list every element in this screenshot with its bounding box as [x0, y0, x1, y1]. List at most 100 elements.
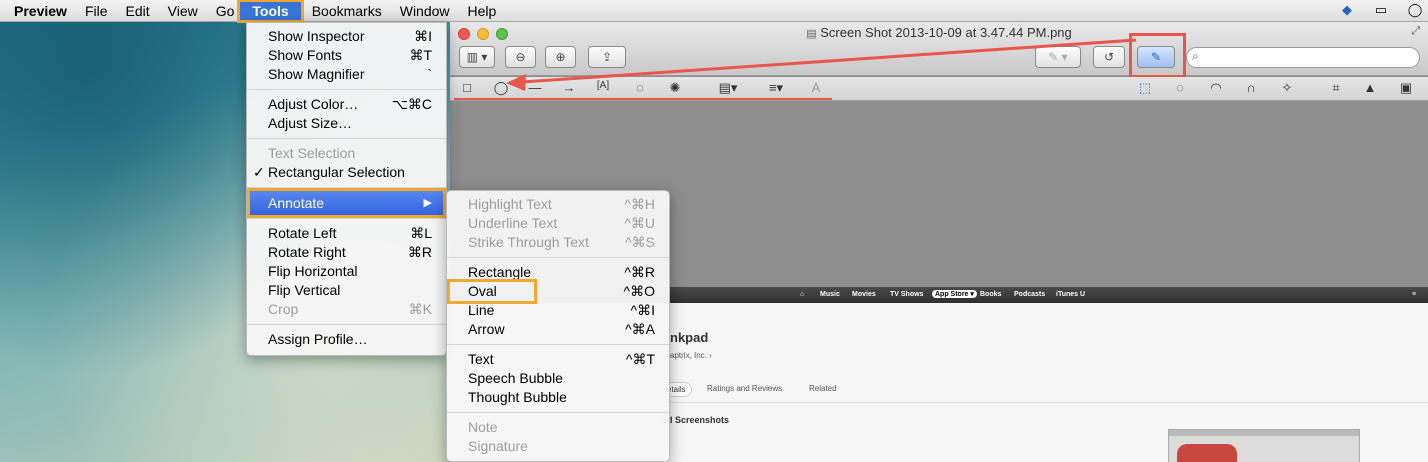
menu-item-flip-horizontal[interactable]: Flip Horizontal [247, 262, 446, 281]
rotate-button[interactable]: ↺ [1093, 46, 1125, 68]
menu-item-text[interactable]: Text ^⌘T [447, 350, 669, 369]
label: Highlight Text [468, 196, 552, 212]
label: Strike Through Text [468, 234, 589, 250]
dropbox-icon[interactable]: ◆ [1338, 2, 1356, 18]
menu-view[interactable]: View [159, 0, 207, 22]
menu-window[interactable]: Window [391, 0, 459, 22]
menu-item-line[interactable]: Line ^⌘I [447, 301, 669, 320]
itunes-nav-music[interactable]: Music [820, 291, 840, 298]
menu-bar: Preview File Edit View Go Tools Bookmark… [0, 0, 1428, 23]
window-title-text: Screen Shot 2013-10-09 at 3.47.44 PM.png [820, 25, 1072, 40]
itunes-nav-tv-shows[interactable]: TV Shows [890, 291, 923, 298]
rotate-icon: ↺ [1103, 50, 1115, 64]
font-style-icon[interactable]: A [806, 80, 826, 95]
annotation-tools-underline [454, 98, 832, 100]
speech-bubble-icon[interactable]: ◯ [1406, 2, 1424, 18]
menu-item-flip-vertical[interactable]: Flip Vertical [247, 281, 446, 300]
menu-item-arrow[interactable]: Arrow ^⌘A [447, 320, 669, 339]
rect-select-icon[interactable]: ⬚ [1135, 80, 1155, 96]
rectangle-tool-icon[interactable]: □ [457, 80, 477, 95]
label: Rotate Left [268, 225, 337, 241]
smart-lasso-icon[interactable]: ∩ [1241, 80, 1261, 95]
text-tool-icon[interactable]: [A] [593, 80, 613, 91]
speech-bubble-tool-icon[interactable]: ◌ [630, 80, 650, 95]
menu-item-show-fonts[interactable]: Show Fonts ⌘T [247, 46, 446, 65]
label: Rotate Right [268, 244, 346, 260]
menu-help[interactable]: Help [459, 0, 506, 22]
menu-item-annotate[interactable]: Annotate ▶ [247, 188, 446, 218]
menu-item-rectangular-selection[interactable]: ✓ Rectangular Selection [247, 163, 446, 182]
menu-item-text-selection: Text Selection [247, 144, 446, 163]
menu-item-assign-profile[interactable]: Assign Profile… [247, 330, 446, 349]
menu-tools[interactable]: Tools [237, 0, 304, 23]
instant-alpha-icon[interactable]: ✧ [1277, 80, 1297, 96]
menu-file[interactable]: File [76, 0, 117, 22]
sidebar-view-button[interactable]: ▥ ▾ [459, 46, 495, 68]
lasso-icon[interactable]: ◠ [1206, 80, 1226, 96]
menu-item-thought-bubble[interactable]: Thought Bubble [447, 388, 669, 407]
label: Text [468, 351, 494, 367]
menu-app-preview[interactable]: Preview [6, 0, 76, 22]
itunes-nav-podcasts[interactable]: Podcasts [1014, 291, 1045, 298]
itunes-nav-app-store[interactable]: App Store ▾ [932, 290, 977, 298]
menu-item-rotate-left[interactable]: Rotate Left ⌘L [247, 224, 446, 243]
itunes-nav-movies[interactable]: Movies [852, 291, 876, 298]
ratings-tab[interactable]: Ratings and Reviews [707, 384, 782, 393]
arrow-tool-icon[interactable]: → [559, 80, 579, 95]
menu-item-show-inspector[interactable]: Show Inspector ⌘I [247, 27, 446, 46]
label: Text Selection [268, 145, 356, 161]
thought-bubble-tool-icon[interactable]: ✺ [665, 80, 685, 96]
screenshots-heading: ad Screenshots [662, 415, 730, 425]
label: Underline Text [468, 215, 558, 231]
label: Annotate [268, 195, 325, 211]
label: Flip Horizontal [268, 263, 358, 279]
line-tool-icon[interactable]: — [525, 80, 545, 95]
color-picker-icon[interactable]: ▤▾ [712, 80, 744, 96]
oval-tool-icon[interactable]: ◯ [491, 80, 511, 96]
label: Speech Bubble [468, 370, 563, 386]
menu-item-adjust-size[interactable]: Adjust Size… [247, 114, 446, 133]
divider [662, 402, 1428, 403]
shortcut: ` [427, 66, 432, 82]
label: Rectangle [468, 264, 532, 280]
annotate-submenu: Highlight Text ^⌘H Underline Text ^⌘U Stri… [446, 190, 670, 462]
zoom-out-button[interactable]: ⊖ [505, 46, 536, 68]
shortcut: ⌘R [407, 244, 432, 260]
separator [247, 138, 446, 139]
crop-icon[interactable]: ⌗ [1326, 80, 1346, 96]
adjust-size-icon[interactable]: ▣ [1396, 80, 1416, 96]
window-title: ▤ Screen Shot 2013-10-09 at 3.47.44 PM.p… [450, 25, 1428, 40]
search-input[interactable] [1186, 47, 1420, 68]
submenu-arrow-icon: ▶ [423, 197, 432, 209]
list-icon[interactable]: ≡ [1412, 291, 1416, 298]
adjust-color-icon[interactable]: ▲ [1360, 80, 1380, 95]
elliptical-select-icon[interactable]: ◌ [1170, 80, 1190, 95]
itunes-nav-itunes-u[interactable]: iTunes U [1056, 291, 1085, 298]
menu-item-speech-bubble[interactable]: Speech Bubble [447, 369, 669, 388]
itunes-nav-books[interactable]: Books [980, 291, 1001, 298]
menu-item-signature: Signature [447, 437, 669, 456]
developer-link[interactable]: aptrix, Inc. › [670, 351, 712, 360]
fullscreen-icon[interactable]: ⤢ [1411, 25, 1420, 38]
zoom-in-button[interactable]: ⊕ [545, 46, 576, 68]
markup-pen-button[interactable]: ✎ ▾ [1035, 46, 1081, 68]
menu-item-rotate-right[interactable]: Rotate Right ⌘R [247, 243, 446, 262]
label: Signature [468, 438, 528, 454]
menu-go[interactable]: Go [207, 0, 239, 22]
related-tab[interactable]: Related [809, 384, 837, 393]
menu-item-oval[interactable]: Oval ^⌘O [447, 279, 669, 304]
share-button[interactable]: ⇪ [588, 46, 626, 68]
shortcut: ⌘T [409, 47, 432, 63]
home-icon[interactable]: ⌂ [800, 291, 804, 298]
menu-edit[interactable]: Edit [117, 0, 159, 22]
separator [447, 344, 669, 345]
label: Adjust Color… [268, 96, 359, 112]
document-icon: ▤ [806, 28, 817, 40]
menu-item-adjust-color[interactable]: Adjust Color… ⌥⌘C [247, 95, 446, 114]
menu-bookmarks[interactable]: Bookmarks [303, 0, 391, 22]
airplay-icon[interactable]: ▭ [1372, 2, 1390, 18]
menu-item-crop: Crop ⌘K [247, 300, 446, 319]
line-style-icon[interactable]: ≡▾ [760, 80, 792, 96]
title-bar: ▤ Screen Shot 2013-10-09 at 3.47.44 PM.p… [450, 22, 1428, 78]
menu-item-show-magnifier[interactable]: Show Magnifier ` [247, 65, 446, 84]
